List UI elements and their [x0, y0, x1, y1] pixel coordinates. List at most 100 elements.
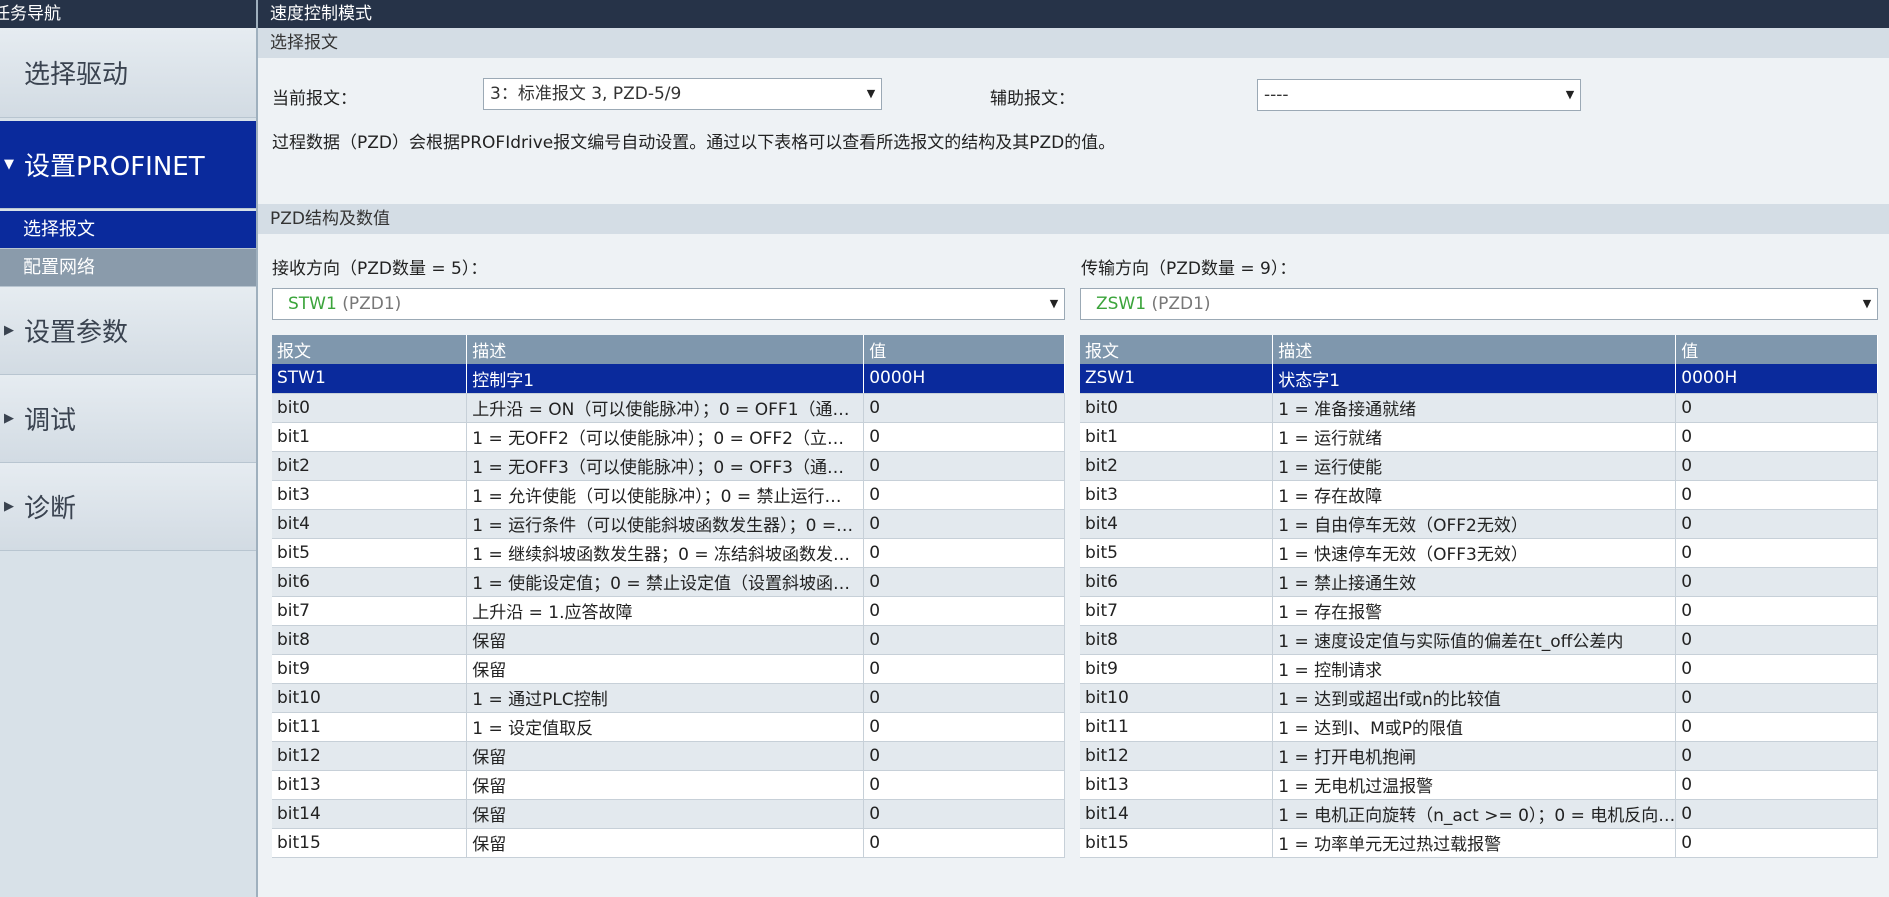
- page-title: 速度控制模式: [258, 0, 1889, 28]
- table-row[interactable]: bit1 1 = 无OFF2（可以使能脉冲）；0 = OFF2（立… 0: [272, 422, 1065, 452]
- cell-description: 保留: [466, 625, 865, 655]
- table-row[interactable]: bit6 1 = 禁止接通生效 0: [1080, 567, 1878, 597]
- nav-select-telegram[interactable]: 选择报文: [0, 211, 256, 249]
- table-row[interactable]: bit12 保留 0: [272, 741, 1065, 771]
- cell-telegram: bit7: [272, 596, 468, 626]
- cell-telegram: bit11: [272, 712, 468, 742]
- nav-configure-network[interactable]: 配置网络: [0, 249, 256, 287]
- cell-telegram: bit8: [1080, 625, 1274, 655]
- cell-value: 0: [1675, 422, 1878, 452]
- table-row[interactable]: bit13 1 = 无电机过温报警 0: [1080, 770, 1878, 800]
- nav-select-drive[interactable]: 选择驱动: [0, 28, 256, 118]
- cell-description: 1 = 达到I、M或P的限值: [1272, 712, 1677, 742]
- aux-telegram-value: ----: [1264, 85, 1289, 105]
- cell-value: 0: [1675, 451, 1878, 481]
- table-row[interactable]: bit11 1 = 达到I、M或P的限值 0: [1080, 712, 1878, 742]
- table-row[interactable]: bit6 1 = 使能设定值；0 = 禁止设定值（设置斜坡函… 0: [272, 567, 1065, 597]
- cell-description: 保留: [466, 828, 865, 858]
- table-row[interactable]: bit5 1 = 快速停车无效（OFF3无效） 0: [1080, 538, 1878, 568]
- table-row[interactable]: bit9 1 = 控制请求 0: [1080, 654, 1878, 684]
- aux-telegram-label: 辅助报文：: [990, 89, 1075, 109]
- cell-telegram: ZSW1: [1080, 364, 1274, 394]
- table-row[interactable]: bit11 1 = 设定值取反 0: [272, 712, 1065, 742]
- transmit-pzd-table: 报文 描述 值 ZSW1 状态字1 0000H bit0 1 = 准备接通就绪 0 bit1…: [1080, 335, 1878, 858]
- cell-description: 1 = 控制请求: [1272, 654, 1677, 684]
- table-row[interactable]: bit8 保留 0: [272, 625, 1065, 655]
- nav-set-parameters-label: 设置参数: [24, 318, 129, 348]
- table-row[interactable]: bit5 1 = 继续斜坡函数发生器；0 = 冻结斜坡函数发… 0: [272, 538, 1065, 568]
- cell-telegram: bit5: [272, 538, 468, 568]
- current-telegram-dropdown[interactable]: 3：标准报文 3, PZD-5/9 ▼: [483, 78, 882, 110]
- cell-description: 1 = 速度设定值与实际值的偏差在t_off公差内: [1272, 625, 1677, 655]
- table-row[interactable]: bit3 1 = 存在故障 0: [1080, 480, 1878, 510]
- cell-telegram: bit3: [1080, 480, 1274, 510]
- table-row[interactable]: bit14 保留 0: [272, 799, 1065, 829]
- cell-description: 1 = 存在故障: [1272, 480, 1677, 510]
- cell-description: 1 = 允许使能（可以使能脉冲）；0 = 禁止运行…: [466, 480, 865, 510]
- nav-setup-profinet[interactable]: ▼ 设置PROFINET: [0, 121, 256, 209]
- table-row[interactable]: bit4 1 = 运行条件（可以使能斜坡函数发生器）；0 =… 0: [272, 509, 1065, 539]
- nav-setup-profinet-label: 设置PROFINET: [24, 152, 205, 182]
- table-row[interactable]: bit10 1 = 通过PLC控制 0: [272, 683, 1065, 713]
- cell-telegram: bit1: [272, 422, 468, 452]
- cell-description: 上升沿 = 1.应答故障: [466, 596, 865, 626]
- sidebar-header: 任务导航: [0, 0, 256, 28]
- cell-value: 0: [1675, 799, 1878, 829]
- table-row[interactable]: bit8 1 = 速度设定值与实际值的偏差在t_off公差内 0: [1080, 625, 1878, 655]
- table-row[interactable]: bit7 上升沿 = 1.应答故障 0: [272, 596, 1065, 626]
- current-telegram-label: 当前报文：: [272, 89, 357, 109]
- cell-description: 1 = 设定值取反: [466, 712, 865, 742]
- nav-select-telegram-label: 选择报文: [23, 219, 95, 240]
- table-row[interactable]: ZSW1 状态字1 0000H: [1080, 364, 1878, 394]
- cell-value: 0: [863, 770, 1065, 800]
- table-row[interactable]: bit12 1 = 打开电机抱闸 0: [1080, 741, 1878, 771]
- table-row[interactable]: bit2 1 = 无OFF3（可以使能脉冲）；0 = OFF3（通… 0: [272, 451, 1065, 481]
- table-row[interactable]: bit14 1 = 电机正向旋转（n_act >= 0）；0 = 电机反向… 0: [1080, 799, 1878, 829]
- table-row[interactable]: bit3 1 = 允许使能（可以使能脉冲）；0 = 禁止运行… 0: [272, 480, 1065, 510]
- aux-telegram-dropdown[interactable]: ---- ▼: [1257, 79, 1581, 111]
- nav-diagnostics[interactable]: ▶ 诊断: [0, 463, 256, 551]
- table-row[interactable]: bit9 保留 0: [272, 654, 1065, 684]
- dropdown-arrow-icon: ▼: [866, 87, 876, 100]
- dropdown-arrow-icon: ▼: [1049, 297, 1059, 310]
- cell-telegram: bit3: [272, 480, 468, 510]
- nav-commissioning-label: 调试: [24, 406, 77, 436]
- table-row[interactable]: bit0 上升沿 = ON（可以使能脉冲）；0 = OFF1（通… 0: [272, 393, 1065, 423]
- column-header-value: 值: [863, 335, 1065, 364]
- table-row[interactable]: bit0 1 = 准备接通就绪 0: [1080, 393, 1878, 423]
- nav-commissioning[interactable]: ▶ 调试: [0, 375, 256, 463]
- cell-value: 0: [863, 422, 1065, 452]
- cell-telegram: bit9: [1080, 654, 1274, 684]
- expanded-caret-icon: ▼: [4, 157, 14, 172]
- transmit-pzd-index: (PZD1): [1151, 294, 1211, 314]
- cell-description: 1 = 打开电机抱闸: [1272, 741, 1677, 771]
- cell-value: 0: [1675, 538, 1878, 568]
- table-row[interactable]: bit10 1 = 达到或超出f或n的比较值 0: [1080, 683, 1878, 713]
- cell-description: 保留: [466, 654, 865, 684]
- table-row[interactable]: bit15 1 = 功率单元无过热过载报警 0: [1080, 828, 1878, 858]
- table-row[interactable]: bit13 保留 0: [272, 770, 1065, 800]
- table-row[interactable]: bit15 保留 0: [272, 828, 1065, 858]
- cell-value: 0: [863, 625, 1065, 655]
- cell-telegram: bit5: [1080, 538, 1274, 568]
- nav-set-parameters[interactable]: ▶ 设置参数: [0, 287, 256, 375]
- cell-description: 1 = 电机正向旋转（n_act >= 0）；0 = 电机反向…: [1272, 799, 1677, 829]
- transmit-pzd-name: ZSW1: [1096, 294, 1147, 314]
- cell-value: 0: [1675, 712, 1878, 742]
- transmit-direction-label: 传输方向（PZD数量 = 9）：: [1081, 259, 1297, 279]
- table-row[interactable]: bit7 1 = 存在报警 0: [1080, 596, 1878, 626]
- table-row[interactable]: bit1 1 = 运行就绪 0: [1080, 422, 1878, 452]
- table-row[interactable]: bit2 1 = 运行使能 0: [1080, 451, 1878, 481]
- cell-value: 0: [863, 393, 1065, 423]
- cell-description: 1 = 无OFF3（可以使能脉冲）；0 = OFF3（通…: [466, 451, 865, 481]
- table-row[interactable]: bit4 1 = 自由停车无效（OFF2无效） 0: [1080, 509, 1878, 539]
- receive-pzd-dropdown[interactable]: STW1 (PZD1) ▼: [272, 288, 1065, 320]
- cell-description: 保留: [466, 799, 865, 829]
- cell-value: 0: [1675, 509, 1878, 539]
- cell-description: 1 = 无OFF2（可以使能脉冲）；0 = OFF2（立…: [466, 422, 865, 452]
- table-row[interactable]: STW1 控制字1 0000H: [272, 364, 1065, 394]
- select-telegram-section-header: 选择报文: [258, 28, 1889, 58]
- cell-value: 0: [863, 480, 1065, 510]
- cell-value: 0: [863, 567, 1065, 597]
- transmit-pzd-dropdown[interactable]: ZSW1 (PZD1) ▼: [1080, 288, 1878, 320]
